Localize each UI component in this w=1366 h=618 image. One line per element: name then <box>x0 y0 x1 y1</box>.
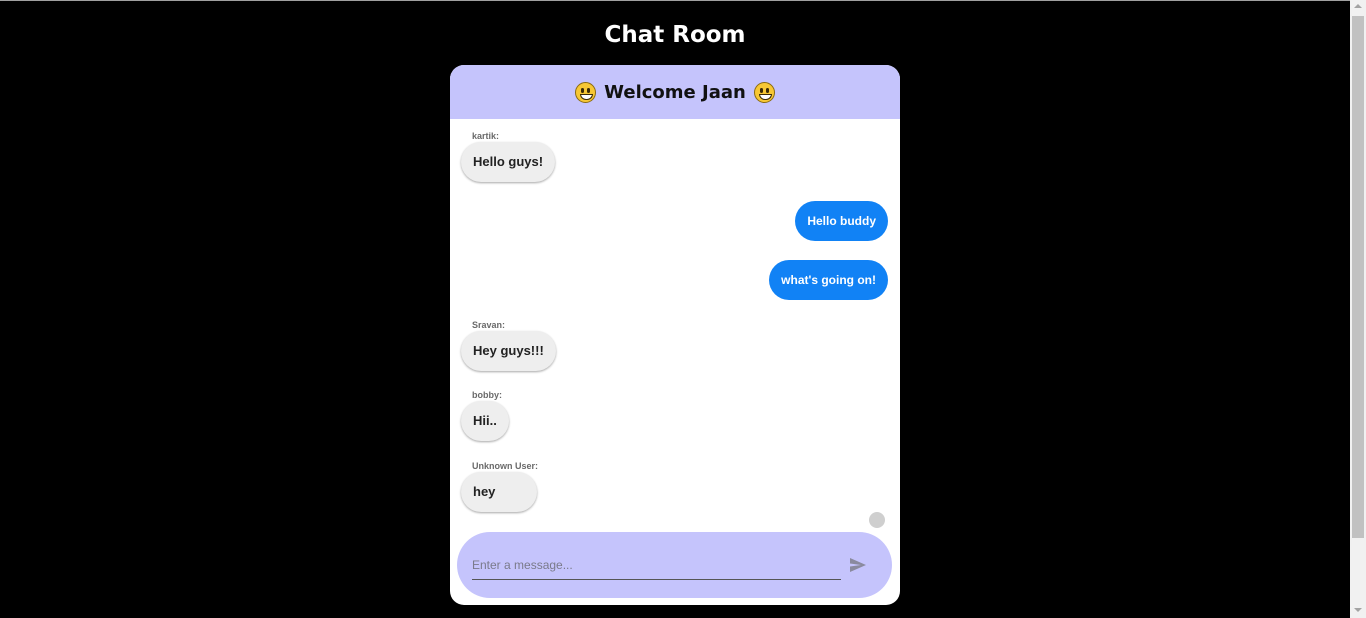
scroll-down-arrow-icon[interactable] <box>1354 608 1362 612</box>
send-button[interactable] <box>846 553 870 577</box>
outgoing-message-bubble: Hello buddy <box>795 201 888 241</box>
incoming-message-bubble: Hey guys!!! <box>461 331 556 371</box>
message-input[interactable] <box>472 550 841 580</box>
message-sender: Sravan: <box>472 320 506 330</box>
page-title: Chat Room <box>604 22 746 48</box>
vertical-scrollbar[interactable] <box>1350 0 1366 618</box>
chat-window: Welcome Jaan kartik: Hello guys! Hello b… <box>450 65 900 605</box>
send-icon <box>850 558 866 572</box>
message-sender: Unknown User: <box>472 461 539 471</box>
message-sender: kartik: <box>472 131 500 141</box>
incoming-message-bubble: hey <box>461 472 537 512</box>
grinning-face-icon <box>753 81 775 103</box>
scroll-up-arrow-icon[interactable] <box>1354 4 1362 8</box>
status-indicator-dot <box>869 512 885 528</box>
outgoing-message-bubble: what's going on! <box>769 260 888 300</box>
window-top-border <box>0 0 1366 1</box>
message-composer <box>457 532 892 598</box>
incoming-message-bubble: Hello guys! <box>461 142 556 182</box>
chat-header: Welcome Jaan <box>450 65 900 119</box>
incoming-message-bubble: Hii.. <box>461 401 509 441</box>
message-sender: bobby: <box>472 390 502 400</box>
welcome-text: Welcome Jaan <box>604 81 746 103</box>
scrollbar-thumb[interactable] <box>1352 16 1364 538</box>
grinning-face-icon <box>575 81 597 103</box>
